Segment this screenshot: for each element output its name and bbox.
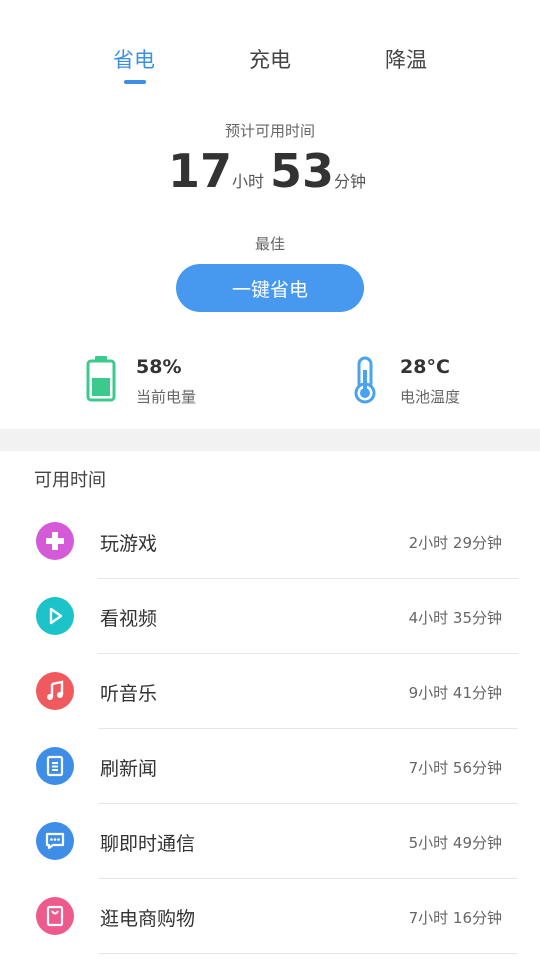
tab-charging[interactable]: 充电 xyxy=(230,44,310,74)
estimate-hours: 17 xyxy=(167,144,232,198)
battery-icon xyxy=(86,356,116,406)
thermometer-icon xyxy=(352,356,378,408)
list-item-messaging[interactable]: 聊即时通信 5小时 49分钟 xyxy=(0,804,540,879)
minutes-unit: 分钟 xyxy=(334,172,367,191)
news-icon xyxy=(36,747,74,785)
usage-duration: 7小时 56分钟 xyxy=(408,759,502,777)
hours-unit: 小时 xyxy=(231,172,264,191)
usage-name: 玩游戏 xyxy=(100,533,158,555)
play-icon xyxy=(36,597,74,635)
usage-name: 刷新闻 xyxy=(100,758,158,780)
list-item-shopping[interactable]: 逛电商购物 7小时 16分钟 xyxy=(0,879,540,954)
list-item-video[interactable]: 看视频 4小时 35分钟 xyxy=(0,579,540,654)
music-note-icon xyxy=(36,672,74,710)
usage-name: 看视频 xyxy=(100,608,158,630)
usage-duration: 2小时 29分钟 xyxy=(408,534,502,552)
tab-power-saving[interactable]: 省电 xyxy=(94,44,174,74)
usage-name: 听音乐 xyxy=(100,683,158,705)
section-divider xyxy=(0,429,540,451)
available-time-title: 可用时间 xyxy=(34,470,106,491)
estimate-minutes: 53 xyxy=(270,144,335,198)
list-item-news[interactable]: 刷新闻 7小时 56分钟 xyxy=(0,729,540,804)
battery-value: 58% xyxy=(136,356,182,378)
list-item-gaming[interactable]: 玩游戏 2小时 29分钟 xyxy=(0,504,540,579)
tab-bar: 省电 充电 降温 xyxy=(0,44,540,94)
active-tab-indicator xyxy=(124,80,146,84)
usage-list: 玩游戏 2小时 29分钟 看视频 4小时 35分钟 听音乐 9小时 41分钟 刷… xyxy=(0,504,540,954)
estimate-time: 17小时 53分钟 xyxy=(0,144,540,198)
temperature-label: 电池温度 xyxy=(400,388,461,406)
usage-duration: 4小时 35分钟 xyxy=(408,609,502,627)
row-separator xyxy=(98,953,518,954)
usage-duration: 5小时 49分钟 xyxy=(408,834,502,852)
gamepad-icon xyxy=(36,522,74,560)
estimate-label: 预计可用时间 xyxy=(224,122,315,140)
list-item-music[interactable]: 听音乐 9小时 41分钟 xyxy=(0,654,540,729)
usage-name: 聊即时通信 xyxy=(100,833,196,855)
status-text: 最佳 xyxy=(254,235,285,253)
battery-saver-screen: 省电 充电 降温 预计可用时间 17小时 53分钟 最佳 一键省电 58% 当前电… xyxy=(0,0,540,960)
shopping-bag-icon xyxy=(36,897,74,935)
usage-name: 逛电商购物 xyxy=(100,908,196,930)
chat-icon xyxy=(36,822,74,860)
usage-duration: 7小时 16分钟 xyxy=(408,909,502,927)
temperature-value: 28°C xyxy=(400,356,450,378)
usage-duration: 9小时 41分钟 xyxy=(408,684,502,702)
battery-label: 当前电量 xyxy=(136,388,197,406)
tab-cooling[interactable]: 降温 xyxy=(366,44,446,74)
one-click-save-button[interactable]: 一键省电 xyxy=(176,264,364,312)
